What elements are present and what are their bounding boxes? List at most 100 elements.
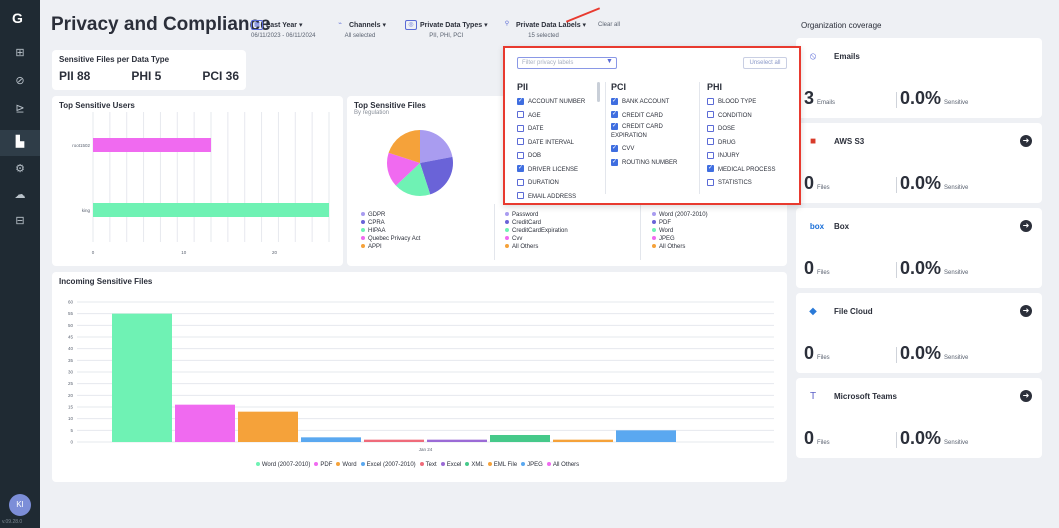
legend-item[interactable]: EML File <box>487 462 517 468</box>
coverage-card[interactable]: box Box ➜ 0 Files 0.0% Sensitive <box>796 208 1042 288</box>
legend-item[interactable]: All Others <box>546 462 579 468</box>
legend-item[interactable]: Word (2007-2010) <box>255 462 310 468</box>
coverage-card[interactable]: ■ AWS S3 ➜ 0 Files 0.0% Sensitive <box>796 123 1042 203</box>
label-option[interactable]: CONDITION <box>707 110 795 124</box>
coverage-card[interactable]: ◆ File Cloud ➜ 0 Files 0.0% Sensitive <box>796 293 1042 373</box>
checkbox[interactable] <box>517 178 524 186</box>
legend-item[interactable]: Password <box>505 211 568 219</box>
clear-all-link[interactable]: Clear all <box>598 22 620 28</box>
app-logo[interactable]: G <box>12 10 23 26</box>
label-option[interactable]: ✓ ROUTING NUMBER <box>611 157 699 171</box>
arrow-right-icon[interactable]: ➜ <box>1020 135 1032 147</box>
legend-item[interactable]: Excel (2007-2010) <box>360 462 416 468</box>
legend-item[interactable]: All Others <box>652 243 708 251</box>
data-types-filter[interactable]: ◎ Private Data Types ▾ PII, PHI, PCI <box>405 20 488 39</box>
legend-item[interactable]: PDF <box>314 462 332 468</box>
label-option[interactable]: BLOOD TYPE <box>707 96 795 110</box>
incoming-bar[interactable] <box>175 404 235 442</box>
legend-item[interactable]: XML <box>465 462 484 468</box>
coverage-card[interactable]: T Microsoft Teams ➜ 0 Files 0.0% Sensitive <box>796 378 1042 458</box>
avatar[interactable]: KI <box>9 494 31 516</box>
label-option[interactable]: DRUG <box>707 137 795 151</box>
checkbox[interactable] <box>707 178 714 186</box>
legend-item[interactable]: Word <box>652 227 708 235</box>
checkbox[interactable] <box>707 124 714 132</box>
legend-item[interactable]: Text <box>419 462 437 468</box>
label-option[interactable]: ✓ MEDICAL PROCESS <box>707 164 795 178</box>
checkbox[interactable]: ✓ <box>611 123 618 130</box>
shield-icon[interactable]: ⊘ <box>10 72 30 90</box>
label-option[interactable]: ✓ CVV <box>611 143 699 157</box>
label-option[interactable]: STATISTICS <box>707 177 795 191</box>
incoming-bar[interactable] <box>238 411 298 442</box>
pii-count[interactable]: PII 88 <box>59 69 90 83</box>
checkbox[interactable] <box>517 111 524 119</box>
checkbox[interactable] <box>707 151 714 159</box>
checkbox[interactable]: ✓ <box>611 158 618 166</box>
incoming-bar[interactable] <box>490 435 550 442</box>
incoming-bar[interactable] <box>427 439 487 442</box>
label-option[interactable]: AGE <box>517 110 605 124</box>
arrow-right-icon[interactable]: ➜ <box>1020 390 1032 402</box>
checkbox[interactable] <box>707 138 714 146</box>
coverage-card[interactable]: ⦸ Emails 3 Emails 0.0% Sensitive <box>796 38 1042 118</box>
label-option[interactable]: INJURY <box>707 150 795 164</box>
arrow-right-icon[interactable]: ➜ <box>1020 305 1032 317</box>
unselect-all-button[interactable]: Unselect all <box>743 57 787 69</box>
label-option[interactable]: ✓ ACCOUNT NUMBER <box>517 96 605 110</box>
legend-item[interactable]: APPI <box>361 243 420 251</box>
checkbox[interactable] <box>517 124 524 132</box>
label-option[interactable]: DURATION <box>517 177 605 191</box>
checkbox[interactable] <box>707 97 714 105</box>
checkbox[interactable]: ✓ <box>707 165 714 173</box>
incoming-bar[interactable] <box>112 313 172 442</box>
label-option[interactable]: ✓ DRIVER LICENSE <box>517 164 605 178</box>
report-icon[interactable]: ⊟ <box>10 212 30 230</box>
label-option[interactable]: DATE <box>517 123 605 137</box>
legend-item[interactable]: JPEG <box>652 235 708 243</box>
chart-icon[interactable]: ▙ <box>10 133 30 151</box>
legend-item[interactable]: Quebec Privacy Act <box>361 235 420 243</box>
filter-labels-input[interactable]: Filter privacy labels <box>517 57 617 69</box>
legend-item[interactable]: PDF <box>652 219 708 227</box>
legend-item[interactable]: CreditCard <box>505 219 568 227</box>
pci-count[interactable]: PCI 36 <box>202 69 239 83</box>
phi-count[interactable]: PHI 5 <box>131 69 161 83</box>
label-option[interactable]: EMAIL ADDRESS <box>517 191 605 201</box>
legend-item[interactable]: CPRA <box>361 219 420 227</box>
user-bar[interactable] <box>93 203 329 217</box>
checkbox[interactable]: ✓ <box>517 165 524 173</box>
user-bar[interactable] <box>93 138 211 152</box>
filter-icon[interactable]: ▼ <box>606 58 613 65</box>
legend-item[interactable]: Excel <box>440 462 461 468</box>
legend-item[interactable]: JPEG <box>521 462 543 468</box>
incoming-bar[interactable] <box>616 430 676 442</box>
legend-item[interactable]: CreditCardExpiration <box>505 227 568 235</box>
label-option[interactable]: ✓ BANK ACCOUNT <box>611 96 699 110</box>
data-labels-filter[interactable]: ⚲ Private Data Labels ▾ 15 selected <box>501 20 586 39</box>
label-option[interactable]: ✓ CREDIT CARD EXPIRATION <box>611 123 699 141</box>
incoming-bar[interactable] <box>364 439 424 442</box>
legend-item[interactable]: All Others <box>505 243 568 251</box>
label-option[interactable]: DATE INTERVAL <box>517 137 605 151</box>
legend-item[interactable]: HIPAA <box>361 227 420 235</box>
grid-icon[interactable]: ⊞ <box>10 44 30 62</box>
date-filter[interactable]: ▦ Last Year ▾ 06/11/2023 - 06/11/2024 <box>251 20 316 39</box>
gear-icon[interactable]: ⚙ <box>10 160 30 178</box>
label-option[interactable]: ✓ CREDIT CARD <box>611 110 699 124</box>
legend-item[interactable]: Cvv <box>505 235 568 243</box>
cloud-icon[interactable]: ☁ <box>10 186 30 204</box>
checkbox[interactable] <box>517 151 524 159</box>
checkbox[interactable] <box>517 192 524 200</box>
checkbox[interactable]: ✓ <box>611 145 618 152</box>
incoming-bar[interactable] <box>553 439 613 442</box>
checkbox[interactable] <box>707 111 714 119</box>
label-option[interactable]: DOB <box>517 150 605 164</box>
checkbox[interactable]: ✓ <box>611 97 618 105</box>
label-option[interactable]: DOSE <box>707 123 795 137</box>
legend-item[interactable]: Word <box>336 462 357 468</box>
checkbox[interactable]: ✓ <box>611 111 618 119</box>
legend-item[interactable]: GDPR <box>361 211 420 219</box>
legend-item[interactable]: Word (2007-2010) <box>652 211 708 219</box>
tree-icon[interactable]: ⊵ <box>10 100 30 118</box>
